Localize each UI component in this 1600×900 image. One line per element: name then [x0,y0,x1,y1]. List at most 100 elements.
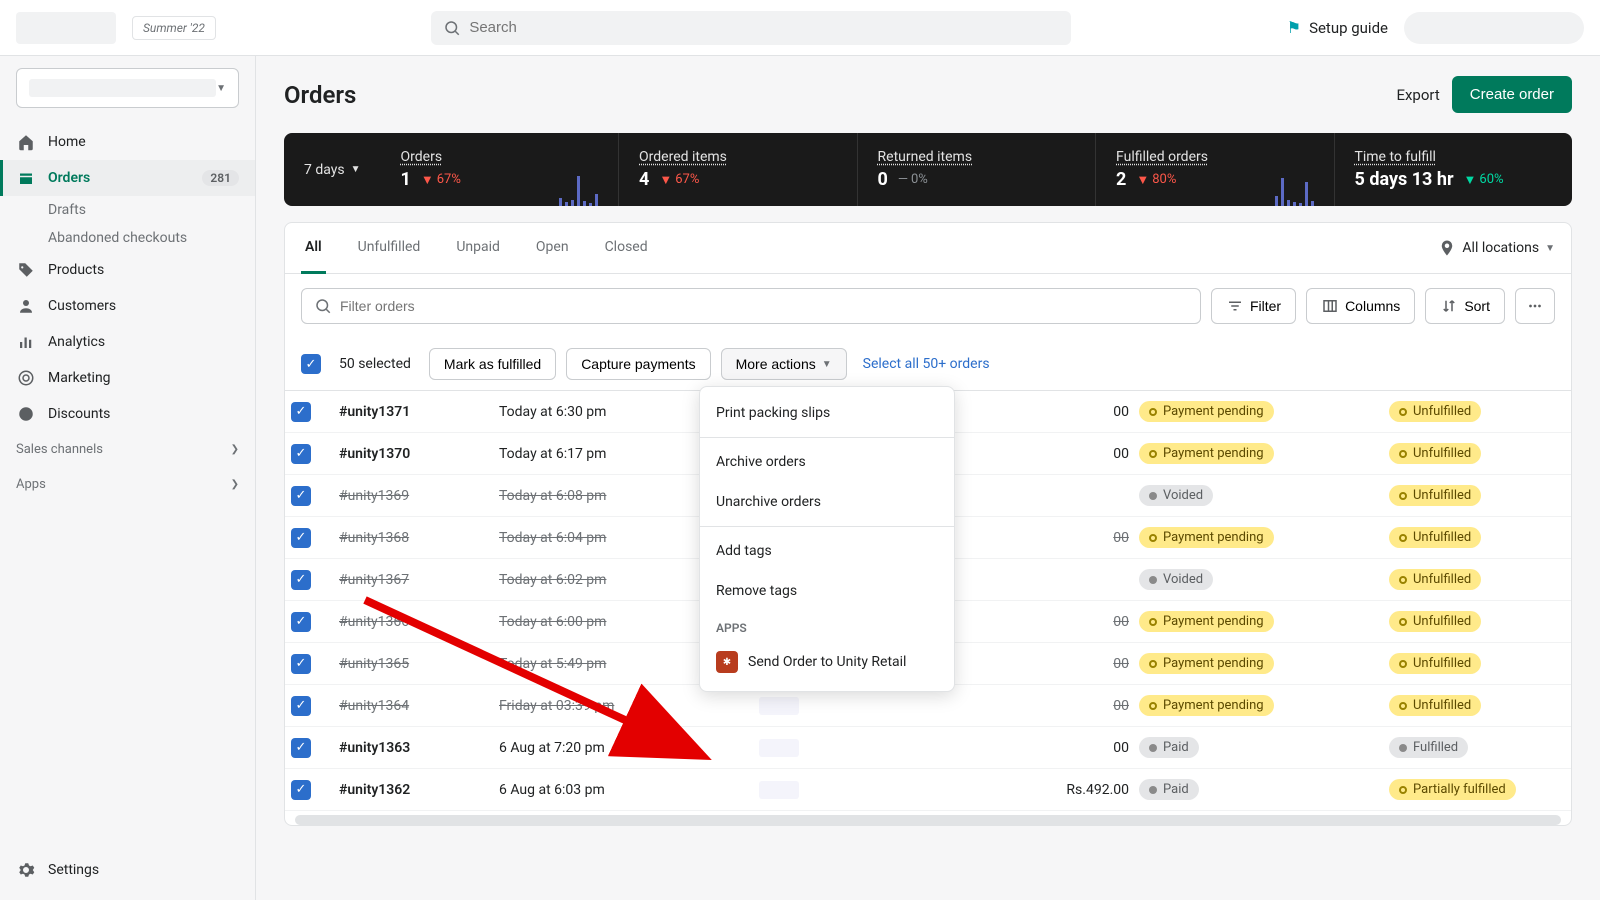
metric-period-selector[interactable]: 7 days ▼ [284,133,381,206]
select-all-checkbox[interactable]: ✓ [301,354,321,374]
dropdown-apps-header: APPS [700,611,954,639]
horizontal-scrollbar[interactable] [295,815,1561,825]
chevron-right-icon: ❯ [231,444,239,455]
row-checkbox[interactable]: ✓ [291,444,311,464]
flag-icon: ⚑ [1287,18,1301,37]
items-count: 4 item [1559,656,1600,672]
row-checkbox[interactable]: ✓ [291,486,311,506]
row-checkbox[interactable]: ✓ [291,612,311,632]
order-total: 00 [979,530,1139,546]
create-order-button[interactable]: Create order [1452,76,1572,113]
row-checkbox[interactable]: ✓ [291,780,311,800]
row-checkbox[interactable]: ✓ [291,402,311,422]
tab-open[interactable]: Open [532,223,573,273]
sidebar-item-discounts[interactable]: Discounts [0,396,255,432]
order-id[interactable]: #unity1365 [339,656,499,672]
locations-selector[interactable]: All locations ▼ [1438,239,1555,257]
metric-returned-items[interactable]: Returned items 0 — 0% [858,133,1097,206]
dropdown-print-slips[interactable]: Print packing slips [700,393,954,433]
order-total: 00 [979,740,1139,756]
tab-all[interactable]: All [301,223,326,274]
search-input[interactable] [469,19,1059,36]
order-id[interactable]: #unity1371 [339,404,499,420]
items-count: 1 item [1559,614,1600,630]
sidebar-item-products[interactable]: Products [0,252,255,288]
filter-input[interactable] [340,298,1188,314]
sidebar-item-settings[interactable]: Settings [0,852,255,888]
tab-unpaid[interactable]: Unpaid [452,223,504,273]
row-checkbox[interactable]: ✓ [291,738,311,758]
order-id[interactable]: #unity1364 [339,698,499,714]
columns-button[interactable]: Columns [1306,288,1415,324]
setup-guide-link[interactable]: ⚑ Setup guide [1287,18,1388,37]
sidebar-item-abandoned[interactable]: Abandoned checkouts [0,224,255,252]
sidebar-item-label: Customers [48,298,116,314]
metric-label: Time to fulfill [1355,149,1553,165]
sidebar-item-marketing[interactable]: Marketing [0,360,255,396]
metric-delta: ▼ 67% [421,172,461,188]
sidebar-item-label: Settings [48,862,99,878]
mark-fulfilled-button[interactable]: Mark as fulfilled [429,348,556,380]
order-id[interactable]: #unity1370 [339,446,499,462]
row-checkbox[interactable]: ✓ [291,570,311,590]
dropdown-remove-tags[interactable]: Remove tags [700,571,954,611]
sidebar-item-label: Orders [48,170,90,186]
metric-ordered-items[interactable]: Ordered items 4 ▼ 67% [619,133,858,206]
capture-payments-button[interactable]: Capture payments [566,348,710,380]
metric-orders[interactable]: Orders 1 ▼ 67% [381,133,620,206]
order-id[interactable]: #unity1362 [339,782,499,798]
items-count: 1 item [1559,446,1600,462]
sidebar-item-label: Analytics [48,334,105,350]
row-checkbox[interactable]: ✓ [291,654,311,674]
row-checkbox[interactable]: ✓ [291,696,311,716]
payment-status: Payment pending [1139,695,1389,716]
row-checkbox[interactable]: ✓ [291,528,311,548]
order-id[interactable]: #unity1369 [339,488,499,504]
order-id[interactable]: #unity1368 [339,530,499,546]
metric-fulfilled-orders[interactable]: Fulfilled orders 2 ▼ 80% [1096,133,1335,206]
dropdown-add-tags[interactable]: Add tags [700,531,954,571]
sidebar-item-drafts[interactable]: Drafts [0,196,255,224]
sidebar-item-label: Discounts [48,406,110,422]
sidebar-item-orders[interactable]: Orders 281 [0,160,255,196]
dropdown-archive[interactable]: Archive orders [700,442,954,482]
search-wrap [232,11,1271,45]
sidebar-item-analytics[interactable]: Analytics [0,324,255,360]
store-selector[interactable]: ▼ [16,68,239,108]
order-id[interactable]: #unity1367 [339,572,499,588]
search-box[interactable] [431,11,1071,45]
order-id[interactable]: #unity1366 [339,614,499,630]
order-id[interactable]: #unity1363 [339,740,499,756]
payment-status: Voided [1139,569,1389,590]
items-count: 4 item [1559,782,1600,798]
fulfillment-status: Unfulfilled [1389,401,1559,422]
export-button[interactable]: Export [1396,86,1439,104]
sidebar-item-label: Home [48,134,86,150]
filter-input-wrap[interactable] [301,288,1201,324]
order-date: Friday at 03:39 pm [499,698,759,714]
account-menu[interactable] [1404,12,1584,44]
target-icon [16,368,36,388]
tab-closed[interactable]: Closed [601,223,652,273]
filter-button[interactable]: Filter [1211,288,1296,324]
sidebar-item-customers[interactable]: Customers [0,288,255,324]
sort-button[interactable]: Sort [1425,288,1505,324]
sidebar-section-label: Apps [16,477,46,492]
dropdown-send-unity[interactable]: ✱ Send Order to Unity Retail [700,639,954,685]
more-actions-button[interactable]: More actions ▼ [721,348,847,380]
select-all-link[interactable]: Select all 50+ orders [857,356,990,372]
sort-label: Sort [1464,298,1490,314]
table-row[interactable]: ✓#unity13636 Aug at 7:20 pm00PaidFulfill… [285,727,1571,769]
metric-time-to-fulfill[interactable]: Time to fulfill 5 days 13 hr ▼ 60% [1335,133,1572,206]
sidebar-section-apps[interactable]: Apps ❯ [0,467,255,502]
order-total: 00 [979,698,1139,714]
dropdown-unarchive[interactable]: Unarchive orders [700,482,954,522]
sidebar-section-sales-channels[interactable]: Sales channels ❯ [0,432,255,467]
table-row[interactable]: ✓#unity13626 Aug at 6:03 pmRs.492.00Paid… [285,769,1571,811]
order-total: 00 [979,656,1139,672]
sidebar-item-label: Products [48,262,104,278]
sidebar-item-home[interactable]: Home [0,124,255,160]
more-button[interactable] [1515,288,1555,324]
tab-unfulfilled[interactable]: Unfulfilled [354,223,425,273]
bulk-action-bar: ✓ 50 selected Mark as fulfilled Capture … [285,338,1571,391]
